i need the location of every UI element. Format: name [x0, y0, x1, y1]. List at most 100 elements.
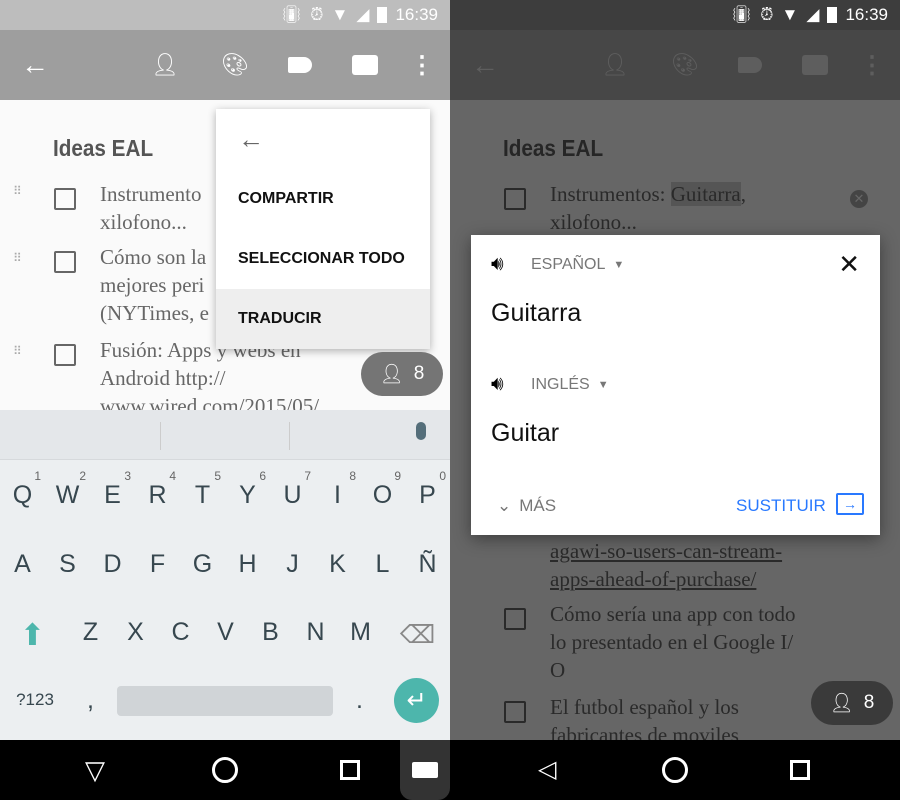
key[interactable]: S [45, 534, 90, 594]
microphone-icon[interactable] [416, 422, 426, 440]
key-label: X [127, 617, 144, 646]
list-item-text[interactable]: Instrumentos: Guitarra, xilofono... [550, 180, 746, 236]
speaker-icon[interactable]: 🔊︎ [491, 253, 504, 276]
key[interactable]: R4 [135, 465, 180, 525]
key[interactable]: H [225, 534, 270, 594]
list-item-text[interactable]: Instrumento xilofono... [100, 180, 201, 236]
space-bar[interactable] [117, 686, 333, 716]
suggestion-strip [0, 410, 450, 460]
recents-nav-icon[interactable] [340, 760, 360, 780]
key[interactable]: V [203, 602, 248, 662]
key[interactable]: O9 [360, 465, 405, 525]
drag-handle-icon[interactable]: ⠿ [13, 344, 27, 364]
key[interactable]: N [293, 602, 338, 662]
key-label: E [104, 480, 121, 509]
key-label: O [372, 480, 393, 509]
key[interactable]: Q1 [0, 465, 45, 525]
list-item-text[interactable]: Cómo sería una app con todo lo presentado… [550, 600, 796, 684]
palette-icon[interactable]: 🎨︎ [220, 50, 250, 80]
list-item-text[interactable]: Cómo son la mejores peri (NYTimes, e [100, 243, 209, 327]
key[interactable]: C [158, 602, 203, 662]
source-language-dropdown[interactable]: ESPAÑOL ▼ [531, 256, 624, 274]
checkbox[interactable] [504, 701, 526, 723]
camera-icon[interactable] [350, 50, 380, 80]
key[interactable]: I8 [315, 465, 360, 525]
key[interactable]: M [338, 602, 383, 662]
home-nav-icon[interactable] [212, 757, 238, 783]
key[interactable]: W2 [45, 465, 90, 525]
checkbox[interactable] [54, 251, 76, 273]
key[interactable]: K [315, 534, 360, 594]
label-icon[interactable] [285, 50, 315, 80]
add-person-icon[interactable]: 👤︎ [150, 50, 180, 80]
key[interactable]: Y6 [225, 465, 270, 525]
palette-icon[interactable]: 🎨︎ [670, 50, 700, 80]
note-title: Ideas EAL [53, 135, 154, 161]
target-language-dropdown[interactable]: INGLÉS ▼ [531, 376, 609, 394]
back-nav-icon[interactable]: ▽ [85, 755, 115, 785]
keyboard-switch-icon[interactable] [400, 740, 450, 800]
key-hint: 1 [34, 469, 41, 483]
key-label: H [238, 549, 257, 578]
key[interactable]: J [270, 534, 315, 594]
key-label: L [375, 549, 390, 578]
replace-button[interactable]: SUSTITUIR [736, 496, 826, 516]
home-nav-icon[interactable] [662, 757, 688, 783]
speaker-icon[interactable]: 🔊︎ [491, 373, 504, 396]
key[interactable]: T5 [180, 465, 225, 525]
key[interactable]: A [0, 534, 45, 594]
period-key[interactable]: . [337, 670, 382, 730]
recents-nav-icon[interactable] [790, 760, 810, 780]
key[interactable]: D [90, 534, 135, 594]
key-hint: 3 [124, 469, 131, 483]
comma-key[interactable]: , [68, 670, 113, 730]
selected-text: Guitarra [670, 182, 741, 206]
left-screen: 📳︎ ⏰︎ ▼ ◢ 16:39 ← 👤︎ 🎨︎ ⋮ Ideas EAL ⠿ In… [0, 0, 450, 800]
key[interactable]: B [248, 602, 293, 662]
key-label: S [59, 549, 76, 578]
back-nav-icon[interactable]: ◁ [538, 755, 568, 785]
key[interactable]: G [180, 534, 225, 594]
key[interactable]: F [135, 534, 180, 594]
back-arrow-icon[interactable]: ← [20, 49, 50, 80]
collaborators-button[interactable]: 👤︎ 8 [811, 681, 893, 725]
checkbox[interactable] [504, 608, 526, 630]
symbols-key[interactable]: ?123 [10, 670, 60, 730]
key-label: C [171, 617, 190, 646]
key-hint: 2 [79, 469, 86, 483]
key[interactable]: Ñ [405, 534, 450, 594]
close-icon[interactable]: ✕ [838, 249, 860, 280]
add-person-icon[interactable]: 👤︎ [600, 50, 630, 80]
clear-icon[interactable]: ✕ [850, 190, 868, 208]
link-text[interactable]: agawi-so-users-can-stream-apps-ahead-of-… [550, 537, 782, 593]
back-arrow-icon[interactable]: ← [470, 49, 500, 80]
menu-item-compartir[interactable]: COMPARTIR [216, 169, 430, 229]
label-icon[interactable] [735, 50, 765, 80]
drag-handle-icon[interactable]: ⠿ [13, 251, 27, 271]
backspace-key[interactable]: ⌫ [395, 605, 440, 665]
key[interactable]: U7 [270, 465, 315, 525]
checkbox[interactable] [504, 188, 526, 210]
key[interactable]: L [360, 534, 405, 594]
checkbox[interactable] [54, 344, 76, 366]
key[interactable]: X [113, 602, 158, 662]
camera-icon[interactable] [800, 50, 830, 80]
menu-item-traducir[interactable]: TRADUCIR [216, 289, 430, 349]
key[interactable]: P0 [405, 465, 450, 525]
menu-item-seleccionar-todo[interactable]: SELECCIONAR TODO [216, 229, 430, 289]
key[interactable]: Z [68, 602, 113, 662]
more-vert-icon[interactable]: ⋮ [407, 50, 437, 80]
key-label: N [306, 617, 325, 646]
shift-key[interactable]: ⬆ [10, 605, 55, 665]
more-button[interactable]: ⌄ MÁS [497, 496, 556, 516]
more-vert-icon[interactable]: ⋮ [857, 50, 887, 80]
translated-text: Guitar [491, 419, 560, 447]
enter-key[interactable]: ↵ [394, 678, 439, 723]
replace-icon[interactable]: → [836, 493, 864, 515]
menu-back-arrow-icon[interactable]: ← [216, 109, 430, 169]
drag-handle-icon[interactable]: ⠿ [13, 185, 27, 208]
checkbox[interactable] [54, 188, 76, 210]
key[interactable]: E3 [90, 465, 135, 525]
key-label: M [350, 617, 371, 646]
collaborators-button[interactable]: 👤︎ 8 [361, 352, 443, 396]
